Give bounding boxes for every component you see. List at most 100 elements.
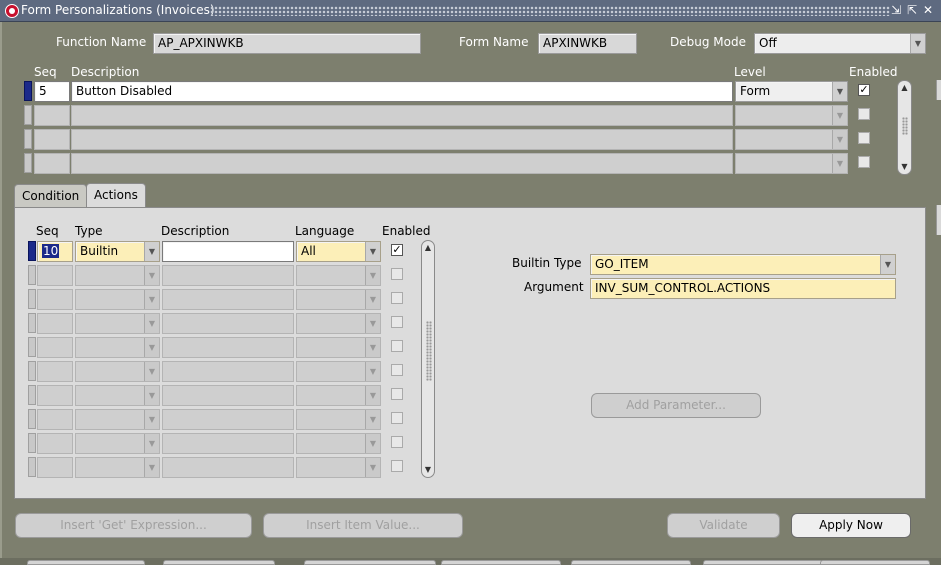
action-language-select[interactable]: ▼: [296, 337, 381, 358]
scroll-grip[interactable]: [426, 321, 432, 381]
action-seq-field[interactable]: [37, 289, 73, 310]
chevron-down-icon[interactable]: ▼: [910, 34, 925, 53]
action-language-select[interactable]: ▼: [296, 361, 381, 382]
action-description-field[interactable]: [162, 265, 294, 286]
action-description-field[interactable]: [162, 385, 294, 406]
row-marker[interactable]: [28, 385, 36, 405]
actions-scrollbar[interactable]: ▲ ▼: [421, 240, 435, 478]
action-seq-field[interactable]: [37, 337, 73, 358]
chevron-down-icon[interactable]: ▼: [832, 82, 847, 101]
row-marker[interactable]: [24, 153, 32, 173]
chevron-down-icon[interactable]: ▼: [365, 434, 380, 453]
action-enabled-checkbox[interactable]: [391, 268, 403, 280]
rule-seq-field[interactable]: [34, 105, 70, 126]
rule-description-field[interactable]: [71, 153, 733, 174]
chevron-down-icon[interactable]: ▼: [365, 242, 380, 261]
action-seq-field[interactable]: [37, 433, 73, 454]
chevron-down-icon[interactable]: ▼: [832, 154, 847, 173]
action-type-select[interactable]: ▼: [75, 265, 160, 286]
rule-level-select[interactable]: ▼: [735, 129, 848, 150]
chevron-down-icon[interactable]: ▼: [144, 338, 159, 357]
rule-enabled-checkbox[interactable]: [858, 132, 870, 144]
scroll-up-icon[interactable]: ▲: [898, 82, 911, 94]
chevron-down-icon[interactable]: ▼: [365, 362, 380, 381]
action-language-select[interactable]: ▼: [296, 409, 381, 430]
chevron-down-icon[interactable]: ▼: [144, 386, 159, 405]
window-title-bar[interactable]: Form Personalizations (Invoices) ⇲ ⇱ ✕: [0, 0, 941, 22]
chevron-down-icon[interactable]: ▼: [144, 458, 159, 477]
action-seq-field[interactable]: [37, 385, 73, 406]
action-type-select[interactable]: ▼: [75, 313, 160, 334]
rule-seq-field[interactable]: [34, 153, 70, 174]
chevron-down-icon[interactable]: ▼: [144, 434, 159, 453]
chevron-down-icon[interactable]: ▼: [144, 290, 159, 309]
row-marker[interactable]: [24, 129, 32, 149]
row-marker[interactable]: [28, 265, 36, 285]
add-parameter-button[interactable]: Add Parameter...: [591, 393, 761, 418]
rule-level-select[interactable]: ▼: [735, 153, 848, 174]
rule-enabled-checkbox[interactable]: [858, 156, 870, 168]
rule-seq-field[interactable]: 5: [34, 81, 70, 102]
scroll-down-icon[interactable]: ▼: [898, 161, 911, 173]
maximize-icon[interactable]: ⇱: [905, 3, 919, 18]
action-enabled-checkbox[interactable]: [391, 292, 403, 304]
scroll-grip[interactable]: [902, 117, 908, 135]
row-marker[interactable]: [28, 313, 36, 333]
action-type-select[interactable]: ▼: [75, 361, 160, 382]
action-type-select[interactable]: ▼: [75, 409, 160, 430]
chevron-down-icon[interactable]: ▼: [832, 106, 847, 125]
action-type-select[interactable]: Builtin ▼: [75, 241, 160, 262]
action-enabled-checkbox[interactable]: [391, 364, 403, 376]
action-enabled-checkbox[interactable]: [391, 412, 403, 424]
apply-now-button[interactable]: Apply Now: [791, 513, 911, 538]
action-description-field[interactable]: [162, 457, 294, 478]
chevron-down-icon[interactable]: ▼: [365, 266, 380, 285]
action-seq-field[interactable]: 10: [37, 241, 73, 262]
action-enabled-checkbox[interactable]: [391, 388, 403, 400]
argument-field[interactable]: INV_SUM_CONTROL.ACTIONS: [590, 278, 896, 299]
action-language-select[interactable]: ▼: [296, 385, 381, 406]
action-enabled-checkbox[interactable]: [391, 460, 403, 472]
action-type-select[interactable]: ▼: [75, 457, 160, 478]
action-seq-field[interactable]: [37, 265, 73, 286]
validate-button[interactable]: Validate: [667, 513, 780, 538]
action-seq-field[interactable]: [37, 457, 73, 478]
function-name-field[interactable]: AP_APXINWKB: [153, 33, 421, 54]
action-description-field[interactable]: [162, 409, 294, 430]
debug-mode-select[interactable]: Off ▼: [754, 33, 926, 54]
action-enabled-checkbox[interactable]: [391, 340, 403, 352]
chevron-down-icon[interactable]: ▼: [365, 386, 380, 405]
action-type-select[interactable]: ▼: [75, 433, 160, 454]
chevron-down-icon[interactable]: ▼: [144, 266, 159, 285]
tab-actions[interactable]: Actions: [86, 183, 146, 209]
chevron-down-icon[interactable]: ▼: [144, 362, 159, 381]
rule-seq-field[interactable]: [34, 129, 70, 150]
chevron-down-icon[interactable]: ▼: [365, 314, 380, 333]
action-description-field[interactable]: [162, 433, 294, 454]
action-language-select[interactable]: ▼: [296, 433, 381, 454]
chevron-down-icon[interactable]: ▼: [144, 242, 159, 261]
minimize-icon[interactable]: ⇲: [889, 3, 903, 18]
rule-enabled-checkbox[interactable]: ✓: [858, 84, 870, 96]
tab-condition[interactable]: Condition: [14, 184, 88, 208]
action-description-field[interactable]: [162, 337, 294, 358]
action-enabled-checkbox[interactable]: ✓: [391, 244, 403, 256]
action-language-select[interactable]: All ▼: [296, 241, 381, 262]
scroll-down-icon[interactable]: ▼: [422, 464, 434, 476]
row-marker[interactable]: [28, 409, 36, 429]
chevron-down-icon[interactable]: ▼: [365, 458, 380, 477]
action-seq-field[interactable]: [37, 409, 73, 430]
row-marker[interactable]: [28, 361, 36, 381]
chevron-down-icon[interactable]: ▼: [144, 410, 159, 429]
row-marker[interactable]: [28, 457, 36, 477]
action-description-field[interactable]: [162, 241, 294, 262]
insert-get-expression-button[interactable]: Insert 'Get' Expression...: [15, 513, 252, 538]
chevron-down-icon[interactable]: ▼: [144, 314, 159, 333]
action-seq-field[interactable]: [37, 361, 73, 382]
row-marker[interactable]: [28, 289, 36, 309]
rule-description-field[interactable]: [71, 129, 733, 150]
action-enabled-checkbox[interactable]: [391, 436, 403, 448]
scroll-up-icon[interactable]: ▲: [422, 242, 434, 254]
form-name-field[interactable]: APXINWKB: [538, 33, 637, 54]
close-icon[interactable]: ✕: [921, 3, 935, 18]
